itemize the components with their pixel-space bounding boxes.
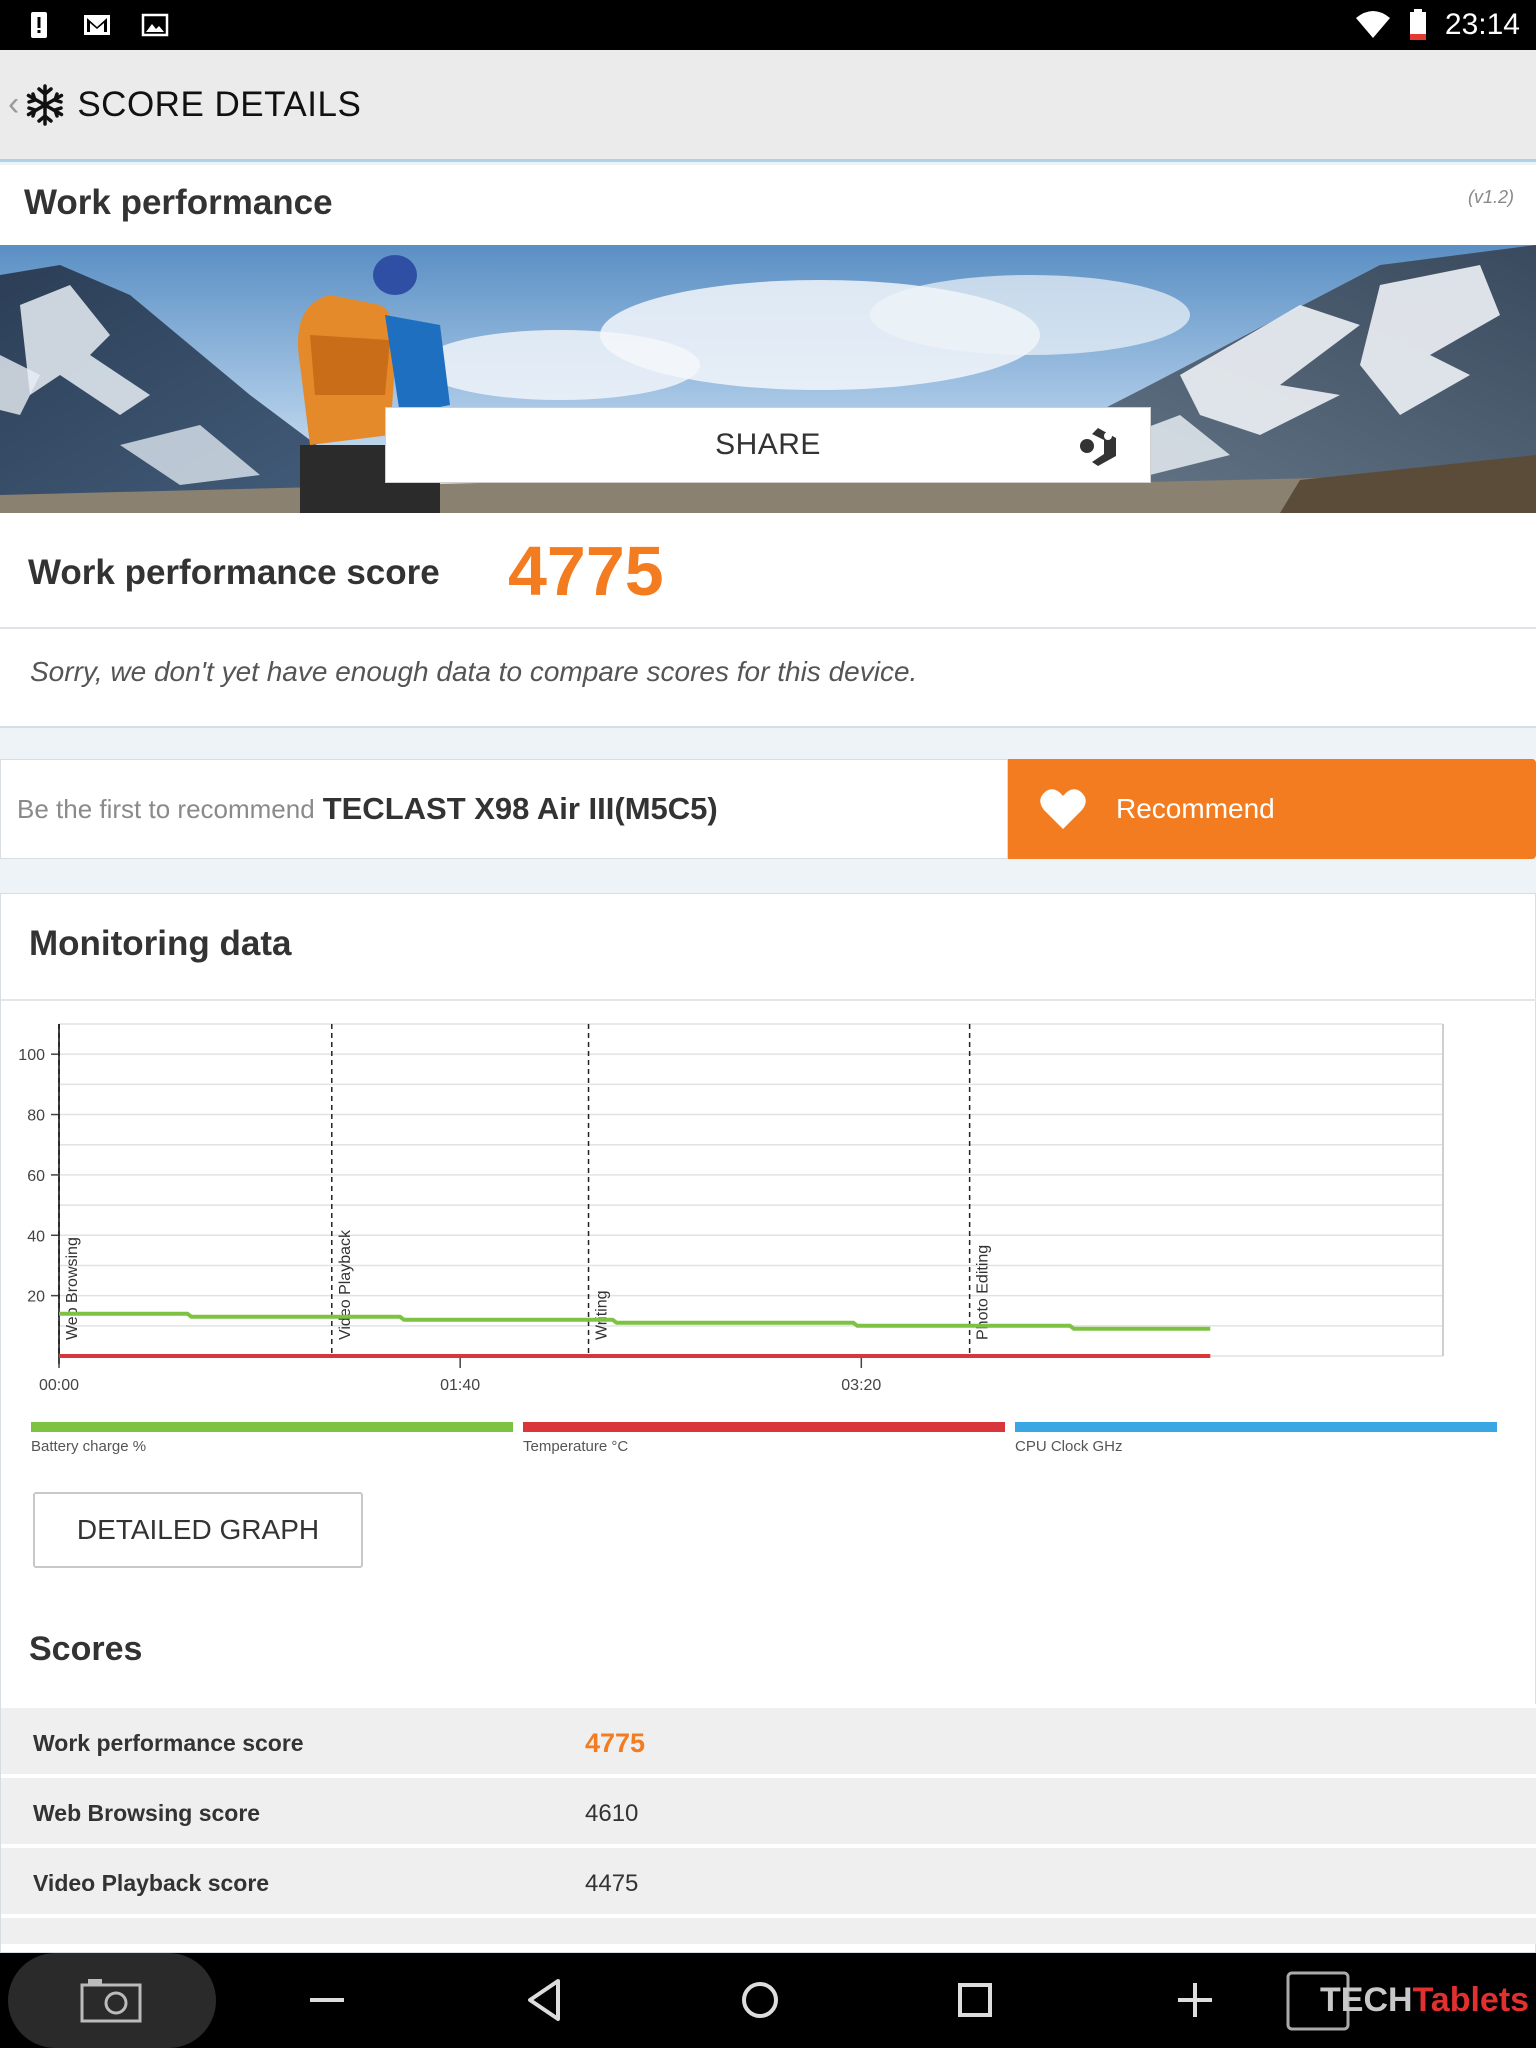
legend-label: Battery charge % (31, 1438, 147, 1455)
y-axis-ticks: 100 80 60 40 20 (18, 1047, 59, 1306)
detailed-graph-button[interactable]: DETAILED GRAPH (33, 1492, 363, 1568)
scores-table: Work performance score 4775 Web Browsing… (1, 1704, 1536, 1944)
recommend-label: Recommend (1116, 793, 1275, 824)
legend-item: Battery charge % (31, 1422, 513, 1462)
watermark-tablets: Tablets (1412, 1981, 1530, 2019)
system-indicators: 23:14 (1355, 0, 1520, 50)
chart-legend: Battery charge % Temperature °C CPU Clock … (1, 1422, 1536, 1462)
recommend-prefix: Be the first to recommend (17, 793, 315, 824)
section-title: Work performance (24, 183, 333, 222)
section-header: Work performance (v1.2) (0, 165, 1536, 245)
legend-swatch (523, 1422, 1005, 1432)
legend-label: Temperature °C (523, 1438, 629, 1455)
y-tick-label: 80 (27, 1108, 45, 1125)
legend-swatch (31, 1422, 513, 1432)
notification-icons (24, 10, 170, 40)
screenshot-button[interactable] (8, 1953, 216, 2048)
volume-down-icon[interactable] (302, 1975, 352, 2025)
phase-marker-label: Video Playback (337, 1229, 354, 1340)
recommend-button[interactable]: Recommend (1008, 759, 1536, 859)
recents-icon[interactable] (950, 1975, 1000, 2025)
score-row-value: 4775 (585, 1728, 646, 1758)
gmail-icon (84, 15, 110, 35)
heart-icon (1040, 789, 1086, 829)
recommend-prompt: Be the first to recommend TECLAST X98 Ai… (0, 759, 1008, 859)
x-tick-label: 01:40 (440, 1377, 480, 1394)
score-row-value: 4475 (585, 1870, 639, 1897)
version-label: (v1.2) (1467, 187, 1514, 207)
share-icon (1080, 428, 1116, 466)
score-row-label: Web Browsing score (33, 1800, 261, 1826)
score-label: Work performance score (28, 553, 440, 592)
back-chevron-icon[interactable]: ‹ (8, 85, 19, 124)
device-name: TECLAST X98 Air III(M5C5) (322, 791, 718, 826)
comparison-notice: Sorry, we don't yet have enough data to … (30, 656, 918, 687)
table-row (1, 1914, 1536, 1944)
score-value: 4775 (508, 532, 664, 610)
gallery-icon (141, 13, 169, 37)
status-bar: 23:14 (0, 0, 1536, 50)
share-label: SHARE (715, 428, 821, 461)
y-tick-label: 100 (18, 1047, 45, 1064)
scores-title: Scores (29, 1630, 143, 1668)
watermark: TECHTablets (1320, 1981, 1529, 2020)
chart-grid (58, 1023, 1444, 1364)
navigation-bar: TECHTablets (0, 1953, 1536, 2048)
battery-icon (1409, 9, 1426, 40)
phase-marker-label: Web Browsing (64, 1237, 81, 1340)
watermark-tech: TECH (1320, 1981, 1413, 2019)
legend-item: Temperature °C (523, 1422, 1005, 1462)
table-row: Video Playback score 4475 (1, 1844, 1536, 1914)
divider (1, 999, 1536, 1001)
home-icon[interactable] (735, 1975, 785, 2025)
x-tick-label: 03:20 (841, 1377, 881, 1394)
table-row: Work performance score 4775 (1, 1704, 1536, 1774)
y-tick-label: 20 (27, 1289, 45, 1306)
recommend-row: Be the first to recommend TECLAST X98 Ai… (0, 759, 1536, 859)
table-row: Web Browsing score 4610 (1, 1774, 1536, 1844)
share-button[interactable]: SHARE (385, 407, 1151, 483)
divider (0, 627, 1536, 629)
legend-swatch (1015, 1422, 1497, 1432)
phase-markers: Web Browsing Video Playback Writing Photo E… (58, 1024, 992, 1356)
clock: 23:14 (1444, 8, 1520, 41)
score-panel: Work performance score 4775 Sorry, we do… (0, 513, 1536, 728)
monitoring-card: Monitoring data 100 80 60 40 20 00:00 01:40 03… (0, 893, 1536, 1953)
camera-icon (80, 1979, 142, 2023)
chart-series (59, 1311, 1211, 1358)
alert-icon (31, 12, 47, 38)
back-icon[interactable] (520, 1975, 570, 2025)
snowflake-app-icon[interactable] (23, 83, 67, 127)
volume-up-icon[interactable] (1170, 1975, 1220, 2025)
score-row-label: Video Playback score (33, 1870, 270, 1896)
wifi-icon (1355, 11, 1390, 38)
y-tick-label: 40 (27, 1228, 45, 1245)
legend-item: CPU Clock GHz (1015, 1422, 1497, 1462)
monitoring-title: Monitoring data (29, 924, 292, 963)
score-row-label: Work performance score (33, 1730, 304, 1756)
monitoring-chart: 100 80 60 40 20 00:00 01:40 03:20 Web Browsing… (18, 1023, 1444, 1394)
score-row-value: 4610 (585, 1800, 639, 1827)
page-title: SCORE DETAILS (77, 84, 362, 124)
action-bar: ‹ SCORE DETAILS (0, 50, 1536, 162)
x-axis-ticks: 00:00 01:40 03:20 (39, 1356, 881, 1394)
x-tick-label: 00:00 (39, 1377, 79, 1394)
phase-marker-label: Writing (594, 1291, 611, 1341)
legend-label: CPU Clock GHz (1015, 1438, 1123, 1455)
y-tick-label: 60 (27, 1168, 45, 1185)
